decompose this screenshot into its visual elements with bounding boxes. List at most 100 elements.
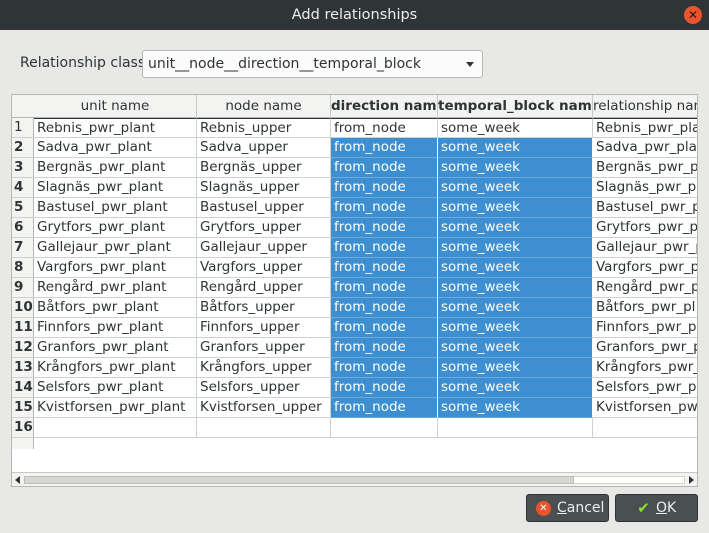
- table-cell[interactable]: from_node: [331, 358, 438, 378]
- table-cell[interactable]: Rebnis_pwr_pla: [593, 118, 697, 138]
- table-cell[interactable]: from_node: [331, 198, 438, 218]
- row-number[interactable]: 10: [12, 298, 34, 318]
- table-cell[interactable]: Bastusel_upper: [197, 198, 331, 218]
- table-cell[interactable]: Selsfors_upper: [197, 378, 331, 398]
- table-cell[interactable]: Båtfors_pwr_plant: [34, 298, 197, 318]
- table-cell[interactable]: Sadva_pwr_plant: [34, 138, 197, 158]
- table-cell[interactable]: Bergnäs_upper: [197, 158, 331, 178]
- table-cell[interactable]: [593, 418, 697, 438]
- table-cell[interactable]: from_node: [331, 138, 438, 158]
- table-cell[interactable]: Vargfors_pwr_p: [593, 258, 697, 278]
- table-cell[interactable]: from_node: [331, 258, 438, 278]
- scroll-left-icon[interactable]: [15, 476, 20, 484]
- table-cell[interactable]: Granfors_pwr_p: [593, 338, 697, 358]
- table-cell[interactable]: some_week: [438, 398, 593, 418]
- table-cell[interactable]: Kvistforsen_pwr_plant: [34, 398, 197, 418]
- row-number[interactable]: 9: [12, 278, 34, 298]
- table-cell[interactable]: Krångfors_upper: [197, 358, 331, 378]
- table-cell[interactable]: Granfors_upper: [197, 338, 331, 358]
- row-number[interactable]: 6: [12, 218, 34, 238]
- table-cell[interactable]: some_week: [438, 358, 593, 378]
- column-header-3[interactable]: direction name: [331, 95, 438, 118]
- table-cell[interactable]: some_week: [438, 198, 593, 218]
- table-cell[interactable]: some_week: [438, 218, 593, 238]
- row-number[interactable]: 4: [12, 178, 34, 198]
- table-cell[interactable]: some_week: [438, 158, 593, 178]
- row-number[interactable]: 15: [12, 398, 34, 418]
- table-cell[interactable]: some_week: [438, 178, 593, 198]
- table-cell[interactable]: [438, 418, 593, 438]
- table-cell[interactable]: Båtfors_pwr_pl: [593, 298, 697, 318]
- table-cell[interactable]: Sadva_pwr_plant: [593, 138, 697, 158]
- table-cell[interactable]: Vargfors_pwr_plant: [34, 258, 197, 278]
- row-number[interactable]: 1: [12, 118, 34, 138]
- table-cell[interactable]: Selsfors_pwr_plant: [34, 378, 197, 398]
- scroll-right-icon[interactable]: [689, 476, 694, 484]
- table-cell[interactable]: some_week: [438, 318, 593, 338]
- table-cell[interactable]: from_node: [331, 178, 438, 198]
- table-cell[interactable]: from_node: [331, 298, 438, 318]
- table-cell[interactable]: Slagnäs_pwr_p: [593, 178, 697, 198]
- table-cell[interactable]: Grytfors_pwr_p: [593, 218, 697, 238]
- table-cell[interactable]: Granfors_pwr_plant: [34, 338, 197, 358]
- table-cell[interactable]: [197, 418, 331, 438]
- table-cell[interactable]: some_week: [438, 118, 593, 138]
- table-cell[interactable]: some_week: [438, 238, 593, 258]
- table-cell[interactable]: Båtfors_upper: [197, 298, 331, 318]
- table-cell[interactable]: some_week: [438, 298, 593, 318]
- table-cell[interactable]: Bastusel_pwr_p: [593, 198, 697, 218]
- horizontal-scrollbar[interactable]: [12, 472, 697, 486]
- table-cell[interactable]: Finnfors_upper: [197, 318, 331, 338]
- column-header-2[interactable]: node name: [197, 95, 331, 118]
- cancel-button[interactable]: ✕ Cancel: [526, 494, 609, 522]
- table-cell[interactable]: Finnfors_pwr_p: [593, 318, 697, 338]
- table-cell[interactable]: Krångfors_pwr_: [593, 358, 697, 378]
- close-icon[interactable]: ✕: [684, 6, 702, 24]
- scrollbar-thumb[interactable]: [24, 476, 574, 484]
- row-number[interactable]: 13: [12, 358, 34, 378]
- ok-button[interactable]: ✔ OK: [615, 494, 698, 522]
- table-cell[interactable]: Gallejaur_pwr_plant: [34, 238, 197, 258]
- row-number[interactable]: 3: [12, 158, 34, 178]
- column-header-5[interactable]: relationship name: [593, 95, 697, 118]
- relationships-table[interactable]: unit name node name direction name temporal…: [11, 94, 698, 487]
- row-number[interactable]: 11: [12, 318, 34, 338]
- table-cell[interactable]: Bergnäs_pwr_plant: [34, 158, 197, 178]
- row-number[interactable]: 5: [12, 198, 34, 218]
- table-cell[interactable]: Selsfors_pwr_p: [593, 378, 697, 398]
- column-header-4[interactable]: temporal_block name: [438, 95, 593, 118]
- table-cell[interactable]: Bergnäs_pwr_p: [593, 158, 697, 178]
- table-cell[interactable]: Krångfors_pwr_plant: [34, 358, 197, 378]
- table-cell[interactable]: Rengård_pwr_p: [593, 278, 697, 298]
- table-cell[interactable]: [331, 418, 438, 438]
- table-cell[interactable]: Grytfors_pwr_plant: [34, 218, 197, 238]
- table-cell[interactable]: from_node: [331, 338, 438, 358]
- table-cell[interactable]: some_week: [438, 138, 593, 158]
- table-cell[interactable]: from_node: [331, 158, 438, 178]
- table-cell[interactable]: Rengård_pwr_plant: [34, 278, 197, 298]
- table-cell[interactable]: from_node: [331, 378, 438, 398]
- table-cell[interactable]: from_node: [331, 398, 438, 418]
- table-cell[interactable]: from_node: [331, 238, 438, 258]
- table-cell[interactable]: some_week: [438, 258, 593, 278]
- table-cell[interactable]: Grytfors_upper: [197, 218, 331, 238]
- row-number[interactable]: 12: [12, 338, 34, 358]
- table-cell[interactable]: Bastusel_pwr_plant: [34, 198, 197, 218]
- table-cell[interactable]: Finnfors_pwr_plant: [34, 318, 197, 338]
- table-cell[interactable]: Gallejaur_pwr_p: [593, 238, 697, 258]
- table-cell[interactable]: Rengård_upper: [197, 278, 331, 298]
- row-number[interactable]: 2: [12, 138, 34, 158]
- table-cell[interactable]: Rebnis_upper: [197, 118, 331, 138]
- table-cell[interactable]: from_node: [331, 118, 438, 138]
- table-cell[interactable]: from_node: [331, 318, 438, 338]
- table-cell[interactable]: Kvistforsen_pw: [593, 398, 697, 418]
- table-cell[interactable]: Vargfors_upper: [197, 258, 331, 278]
- row-number[interactable]: 16: [12, 418, 34, 438]
- table-cell[interactable]: some_week: [438, 378, 593, 398]
- table-cell[interactable]: Sadva_upper: [197, 138, 331, 158]
- table-cell[interactable]: some_week: [438, 338, 593, 358]
- column-header-1[interactable]: unit name: [34, 95, 197, 118]
- row-number[interactable]: 8: [12, 258, 34, 278]
- table-cell[interactable]: from_node: [331, 218, 438, 238]
- table-cell[interactable]: Rebnis_pwr_plant: [34, 118, 197, 138]
